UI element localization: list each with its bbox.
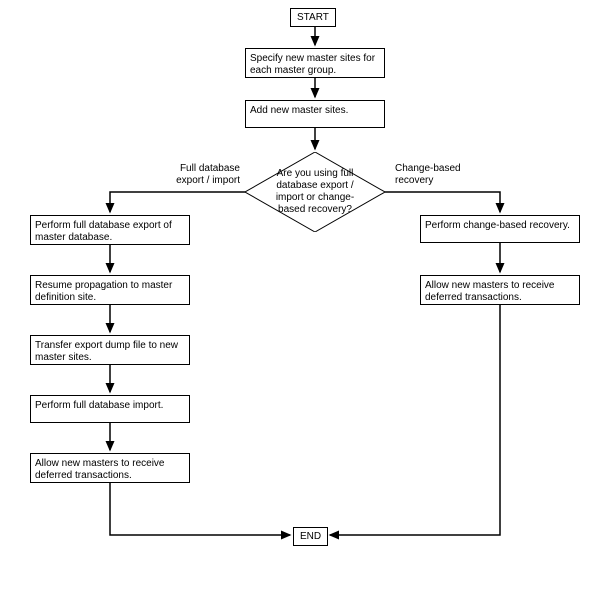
left-step-3: Transfer export dump file to new master … (30, 335, 190, 365)
end-node: END (293, 527, 328, 546)
specify-text: Specify new master sites for each master… (250, 53, 380, 77)
start-label: START (297, 12, 329, 23)
specify-box: Specify new master sites for each master… (245, 48, 385, 78)
right-step-1: Perform change-based recovery. (420, 215, 580, 243)
end-label: END (300, 531, 321, 542)
left-step-2: Resume propagation to master definition … (30, 275, 190, 305)
right-branch-label: Change-based recovery (395, 163, 485, 187)
left-step-5: Allow new masters to receive deferred tr… (30, 453, 190, 483)
left-branch-label: Full database export / import (165, 163, 240, 187)
right-step-2: Allow new masters to receive deferred tr… (420, 275, 580, 305)
start-node: START (290, 8, 336, 27)
left-step-4: Perform full database import. (30, 395, 190, 423)
left-step-1: Perform full database export of master d… (30, 215, 190, 245)
add-text: Add new master sites. (250, 105, 348, 117)
decision-text: Are you using full database export / imp… (270, 168, 360, 216)
add-box: Add new master sites. (245, 100, 385, 128)
decision-diamond: Are you using full database export / imp… (245, 152, 385, 232)
